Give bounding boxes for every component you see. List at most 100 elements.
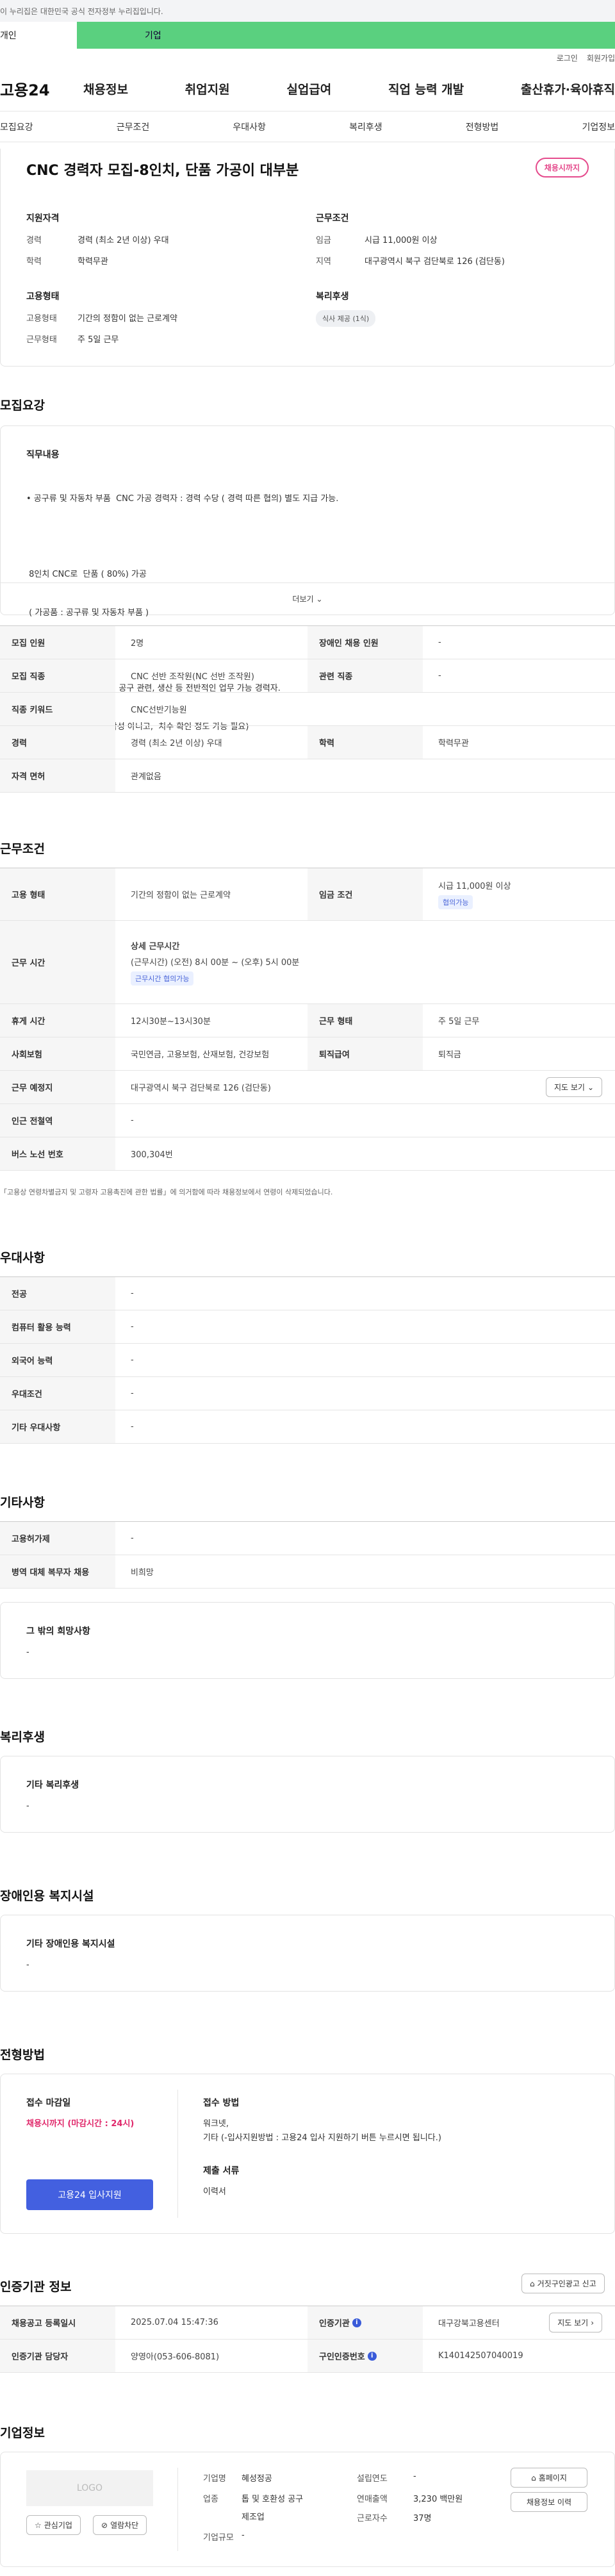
th: 장애인 채용 인원	[308, 626, 423, 659]
gnb-item-unemployment[interactable]: 실업급여	[286, 80, 331, 97]
employees-key: 근로자수	[357, 2514, 388, 2523]
td: 경력 (최소 2년 이상) 우대	[131, 739, 222, 748]
td: 양영아(053-606-8081)	[131, 2352, 220, 2362]
star-icon: ☆	[35, 2520, 42, 2530]
anchor-company[interactable]: 기업정보	[582, 120, 615, 133]
welfare-box-title: 기타 복리후생	[26, 1780, 79, 1790]
docs-title: 제출 서류	[203, 2166, 240, 2176]
anchor-recruit[interactable]: 모집요강	[0, 120, 33, 133]
job-history-button[interactable]: 채용정보 이력	[511, 2492, 587, 2512]
method-value: 워크넷,	[203, 2119, 229, 2129]
divider	[177, 2468, 178, 2551]
anchor-welfare[interactable]: 복리후생	[349, 120, 382, 133]
report-button[interactable]: ⌂ 거짓구인광고 신고	[521, 2274, 605, 2293]
tab-company[interactable]: 기업	[77, 22, 615, 49]
map-button[interactable]: 지도 보기 ⌄	[545, 1077, 602, 1097]
tab-company-label: 기업	[145, 31, 161, 41]
signup-link[interactable]: 회원가입	[587, 53, 615, 63]
chevron-down-icon: ⌄	[316, 594, 323, 604]
homepage-button[interactable]: ⌂ 홈페이지	[511, 2468, 587, 2488]
disabled-heading: 장애인용 복지시설	[0, 1889, 94, 1903]
gnb-item-parental-leave[interactable]: 출산휴가·육아휴직	[521, 80, 615, 97]
welfare-heading: 복리후생	[0, 1730, 45, 1744]
time-value: (근무시간) (오전) 8시 00분 ~ (오후) 5시 00분	[131, 957, 300, 968]
th: 근무 형태	[308, 1004, 423, 1037]
qual-key: 학력	[26, 257, 42, 267]
docs-value: 이력서	[203, 2187, 226, 2197]
emp-title: 고용형태	[26, 292, 60, 302]
qual-value: 학력무관	[78, 257, 108, 267]
time-sub: 상세 근무시간	[131, 941, 180, 952]
td: -	[131, 1289, 134, 1298]
home-icon: ⌂	[530, 2279, 535, 2288]
block-button[interactable]: ⊘ 열람차단	[93, 2515, 147, 2535]
th: 인근 전철역	[0, 1104, 115, 1137]
tab-personal[interactable]: 개인	[0, 22, 77, 49]
job-desc-card: 직무내용 • 공구류 및 자동차 부품 CNC 가공 경력자 : 경력 수당 (…	[0, 425, 615, 732]
login-link[interactable]: 로그인	[557, 53, 578, 63]
disabled-card: 기타 장애인용 복지시설 -	[0, 1915, 615, 1992]
gov-banner: 이 누리집은 대한민국 공식 전자정부 누리집입니다.	[0, 0, 615, 22]
anchor-pref[interactable]: 우대사항	[233, 120, 266, 133]
gnb-menu: 채용정보 취업지원 실업급여 직업 능력 개발 출산휴가·육아휴직	[83, 80, 615, 97]
employees-value: 37명	[413, 2514, 432, 2523]
emp-value: 주 5일 근무	[78, 335, 119, 345]
td: 기간의 정함이 없는 근로계약	[131, 891, 231, 900]
time-chip: 근무시간 협의가능	[131, 971, 194, 986]
td: 12시30분~13시30분	[131, 1017, 211, 1027]
anchor-selection[interactable]: 전형방법	[466, 120, 499, 133]
apply-button[interactable]: 고용24 입사지원	[26, 2179, 153, 2210]
more-button[interactable]: 더보기 ⌄	[1, 582, 614, 615]
td: -	[131, 1533, 134, 1543]
company-card: LOGO ☆ 관심기업 ⊘ 열람차단 기업명 혜성정공 업종 톱 및 호환성 공구 …	[0, 2452, 615, 2567]
th: 학력	[308, 726, 423, 759]
divider	[177, 2090, 178, 2218]
site-logo[interactable]: 고용24	[0, 78, 83, 100]
chevron-down-icon: ⌄	[587, 1082, 594, 1092]
gov-banner-text: 이 누리집은 대한민국 공식 전자정부 누리집입니다.	[0, 6, 163, 16]
etc-table: 고용허가제 - 병역 대체 복무자 채용 비희망	[0, 1521, 615, 1589]
th: 채용공고 등록일시	[0, 2306, 115, 2339]
cert-map-label: 지도 보기	[557, 2318, 589, 2327]
anchor-work[interactable]: 근무조건	[117, 120, 150, 133]
other-wishes-card: 그 밖의 희망사항 -	[0, 1602, 615, 1679]
anchor-tabs: 모집요강 근무조건 우대사항 복리후생 전형방법 기업정보	[0, 111, 615, 142]
info-icon[interactable]: i	[367, 2351, 377, 2361]
org-value: 대구강북고용센터	[438, 2319, 500, 2329]
global-nav: 고용24 채용정보 취업지원 실업급여 직업 능력 개발 출산휴가·육아휴직	[0, 67, 615, 111]
th: 버스 노선 번호	[0, 1137, 115, 1170]
td: CNC 선반 조작원(NC 선반 조작원)	[131, 672, 254, 682]
method-title: 접수 방법	[203, 2098, 240, 2108]
cert-map-button[interactable]: 지도 보기 ›	[549, 2313, 602, 2332]
emp-list: 고용형태 기간의 정함이 없는 근로계약 근무형태 주 5일 근무	[26, 311, 283, 345]
gnb-item-jobs[interactable]: 채용정보	[83, 80, 128, 97]
th: 인증기관 담당자	[0, 2340, 115, 2372]
method-value-2: 기타 (-입사지원방법 : 고용24 입사 지원하기 버튼 누르시면 됩니다.)	[203, 2133, 441, 2143]
th: 근무 시간	[0, 921, 115, 1003]
company-heading: 기업정보	[0, 2426, 45, 2440]
industry-value-2: 제조업	[242, 2513, 265, 2522]
year-value: -	[413, 2472, 416, 2481]
th: 임금 조건	[308, 868, 423, 920]
emp-key: 고용형태	[26, 314, 57, 324]
map-button-label: 지도 보기	[554, 1083, 585, 1092]
chevron-right-icon: ›	[591, 2318, 594, 2327]
gnb-item-training[interactable]: 직업 능력 개발	[388, 80, 464, 97]
welfare-card: 기타 복리후생 -	[0, 1756, 615, 1833]
info-icon[interactable]: i	[352, 2318, 361, 2327]
td: -	[131, 1116, 134, 1125]
fav-button[interactable]: ☆ 관심기업	[26, 2515, 81, 2535]
td: K140142507040019	[438, 2351, 523, 2361]
th: 근무 예정지	[0, 1071, 115, 1103]
deadline-badge: 채용시까지	[535, 158, 589, 178]
wage-value: 시급 11,000원 이상	[438, 882, 511, 891]
util-links: 로그인 회원가입	[0, 49, 615, 67]
job-line-blank	[26, 531, 338, 543]
th: 경력	[0, 726, 115, 759]
deadline-value: 채용시까지 (마감시간 : 24시)	[26, 2119, 135, 2129]
name-value: 혜성정공	[242, 2474, 272, 2484]
gnb-item-support[interactable]: 취업지원	[185, 80, 230, 97]
disabled-box-value: -	[26, 1960, 29, 1970]
user-type-tabs: 개인 기업	[0, 22, 615, 49]
recruit-heading: 모집요강	[0, 399, 45, 413]
